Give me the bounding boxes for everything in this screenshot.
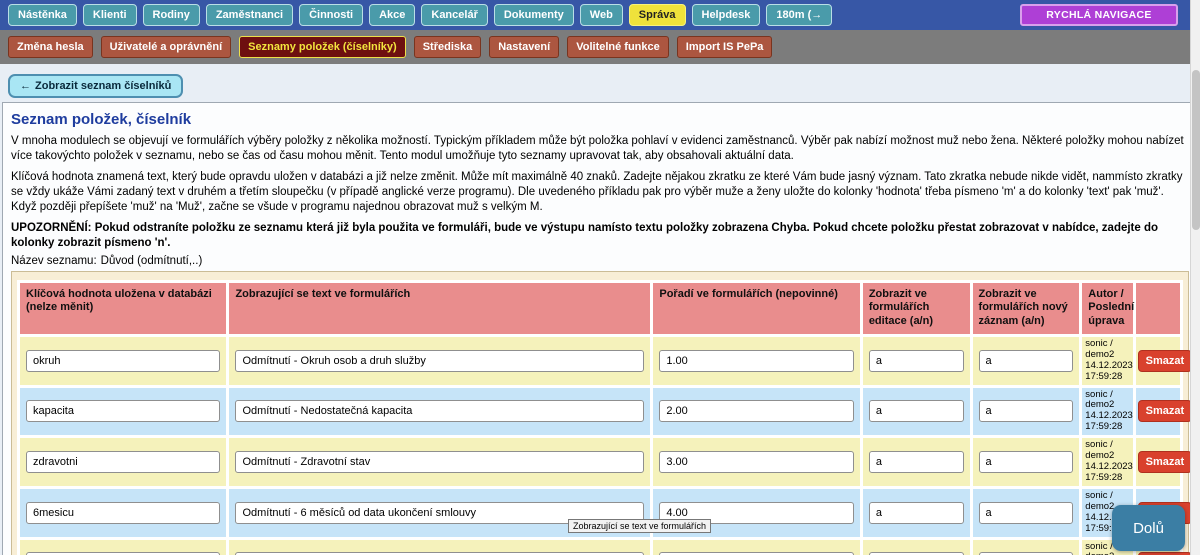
- delete-button[interactable]: Smazat: [1138, 451, 1193, 473]
- list-name-line: Název seznamu: Důvod (odmítnutí,..): [11, 255, 1189, 267]
- header-text: Zobrazující se text ve formulářích: [229, 283, 650, 334]
- logout-icon: (→: [808, 9, 823, 21]
- key-input[interactable]: [26, 502, 220, 524]
- table-row: sonic / demo2 14.12.2023 17:59:28 Smazat: [20, 438, 1180, 486]
- intro-paragraph: V mnoha modulech se objevují ve formulář…: [11, 134, 1189, 164]
- show-edit-input[interactable]: [869, 350, 964, 372]
- show-edit-input[interactable]: [869, 400, 964, 422]
- quick-navigation-button[interactable]: RYCHLÁ NAVIGACE: [1020, 4, 1178, 26]
- items-table: Klíčová hodnota uložena v databázi (nelz…: [17, 280, 1183, 555]
- header-show-new: Zobrazit ve formulářích nový záznam (a/n…: [973, 283, 1080, 334]
- subnav-nastaveni[interactable]: Nastavení: [489, 36, 559, 58]
- nav-session-logout[interactable]: 180m (→: [766, 4, 832, 26]
- table-header-row: Klíčová hodnota uložena v databázi (nelz…: [20, 283, 1180, 334]
- subnav-seznamy-polozek[interactable]: Seznamy položek (číselníky): [239, 36, 406, 58]
- text-input[interactable]: [235, 451, 644, 473]
- nav-klienti[interactable]: Klienti: [83, 4, 137, 26]
- column-tooltip: Zobrazující se text ve formulářích: [568, 519, 711, 533]
- nav-web[interactable]: Web: [580, 4, 623, 26]
- header-author: Autor / Poslední úprava: [1082, 283, 1132, 334]
- text-input[interactable]: [235, 350, 644, 372]
- nav-cinnosti[interactable]: Činnosti: [299, 4, 363, 26]
- show-new-input[interactable]: [979, 502, 1074, 524]
- header-show-edit: Zobrazit ve formulářích editace (a/n): [863, 283, 970, 334]
- key-input[interactable]: [26, 400, 220, 422]
- author-cell: sonic / demo2 14.12.2023 17:59:28: [1082, 388, 1132, 436]
- main-content: ← Zobrazit seznam číselníků Seznam polože…: [0, 64, 1200, 555]
- show-edit-input[interactable]: [869, 451, 964, 473]
- show-new-input[interactable]: [979, 400, 1074, 422]
- order-input[interactable]: [659, 451, 853, 473]
- page-scrollbar[interactable]: [1190, 0, 1200, 555]
- header-key: Klíčová hodnota uložena v databázi (nelz…: [20, 283, 226, 334]
- show-new-input[interactable]: [979, 350, 1074, 372]
- delete-button[interactable]: Smazat: [1138, 400, 1193, 422]
- author-cell: sonic / demo2 14.12.2023 17:59:28: [1082, 337, 1132, 385]
- back-button-label: Zobrazit seznam číselníků: [35, 80, 171, 92]
- scroll-down-button[interactable]: Dolů: [1112, 505, 1185, 551]
- key-value-paragraph: Klíčová hodnota znamená text, který bude…: [11, 170, 1189, 215]
- back-arrow-icon: ←: [20, 80, 31, 92]
- nav-nastenka[interactable]: Nástěnka: [8, 4, 77, 26]
- subnav-zmena-hesla[interactable]: Změna hesla: [8, 36, 93, 58]
- nav-kancelar[interactable]: Kancelář: [421, 4, 487, 26]
- session-timer-label: 180m: [776, 9, 804, 21]
- order-input[interactable]: [659, 350, 853, 372]
- order-input[interactable]: [659, 400, 853, 422]
- subnav-strediska[interactable]: Střediska: [414, 36, 482, 58]
- admin-sub-navigation: Změna hesla Uživatelé a oprávnění Seznam…: [0, 30, 1200, 64]
- subnav-uzivatele-a-opravneni[interactable]: Uživatelé a oprávnění: [101, 36, 232, 58]
- author-cell: sonic / demo2 14.12.2023 17:59:28: [1082, 438, 1132, 486]
- show-new-input[interactable]: [979, 451, 1074, 473]
- warning-paragraph: UPOZORNĚNÍ: Pokud odstraníte položku ze …: [11, 221, 1189, 251]
- subnav-import-is-pepa[interactable]: Import IS PePa: [677, 36, 773, 58]
- content-panel: Seznam položek, číselník V mnoha modulec…: [2, 102, 1198, 555]
- table-row: sonic / demo2 14.12.2023 17:59:28 Smazat: [20, 540, 1180, 555]
- table-row: sonic / demo2 14.12.2023 17:59:28 Smazat: [20, 388, 1180, 436]
- list-name-label: Název seznamu:: [11, 255, 97, 267]
- items-table-container: Klíčová hodnota uložena v databázi (nelz…: [11, 271, 1189, 555]
- nav-akce[interactable]: Akce: [369, 4, 415, 26]
- list-name-value: Důvod (odmítnutí,..): [101, 255, 203, 267]
- key-input[interactable]: [26, 350, 220, 372]
- text-input[interactable]: [235, 400, 644, 422]
- nav-dokumenty[interactable]: Dokumenty: [494, 4, 574, 26]
- nav-sprava[interactable]: Správa: [629, 4, 686, 26]
- key-input[interactable]: [26, 451, 220, 473]
- nav-helpdesk[interactable]: Helpdesk: [692, 4, 761, 26]
- main-navigation-bar: Nástěnka Klienti Rodiny Zaměstnanci Činn…: [0, 0, 1200, 30]
- delete-button[interactable]: Smazat: [1138, 350, 1193, 372]
- show-codebook-list-button[interactable]: ← Zobrazit seznam číselníků: [8, 74, 183, 98]
- subnav-volitelne-funkce[interactable]: Volitelné funkce: [567, 36, 669, 58]
- show-edit-input[interactable]: [869, 502, 964, 524]
- page-title: Seznam položek, číselník: [11, 111, 1189, 128]
- nav-zamestnanci[interactable]: Zaměstnanci: [206, 4, 293, 26]
- table-row: sonic / demo2 14.12.2023 17:59:28 Smazat: [20, 337, 1180, 385]
- header-actions: [1136, 283, 1180, 334]
- header-order: Pořadí ve formulářích (nepovinné): [653, 283, 859, 334]
- nav-rodiny[interactable]: Rodiny: [143, 4, 200, 26]
- scrollbar-thumb[interactable]: [1192, 70, 1200, 230]
